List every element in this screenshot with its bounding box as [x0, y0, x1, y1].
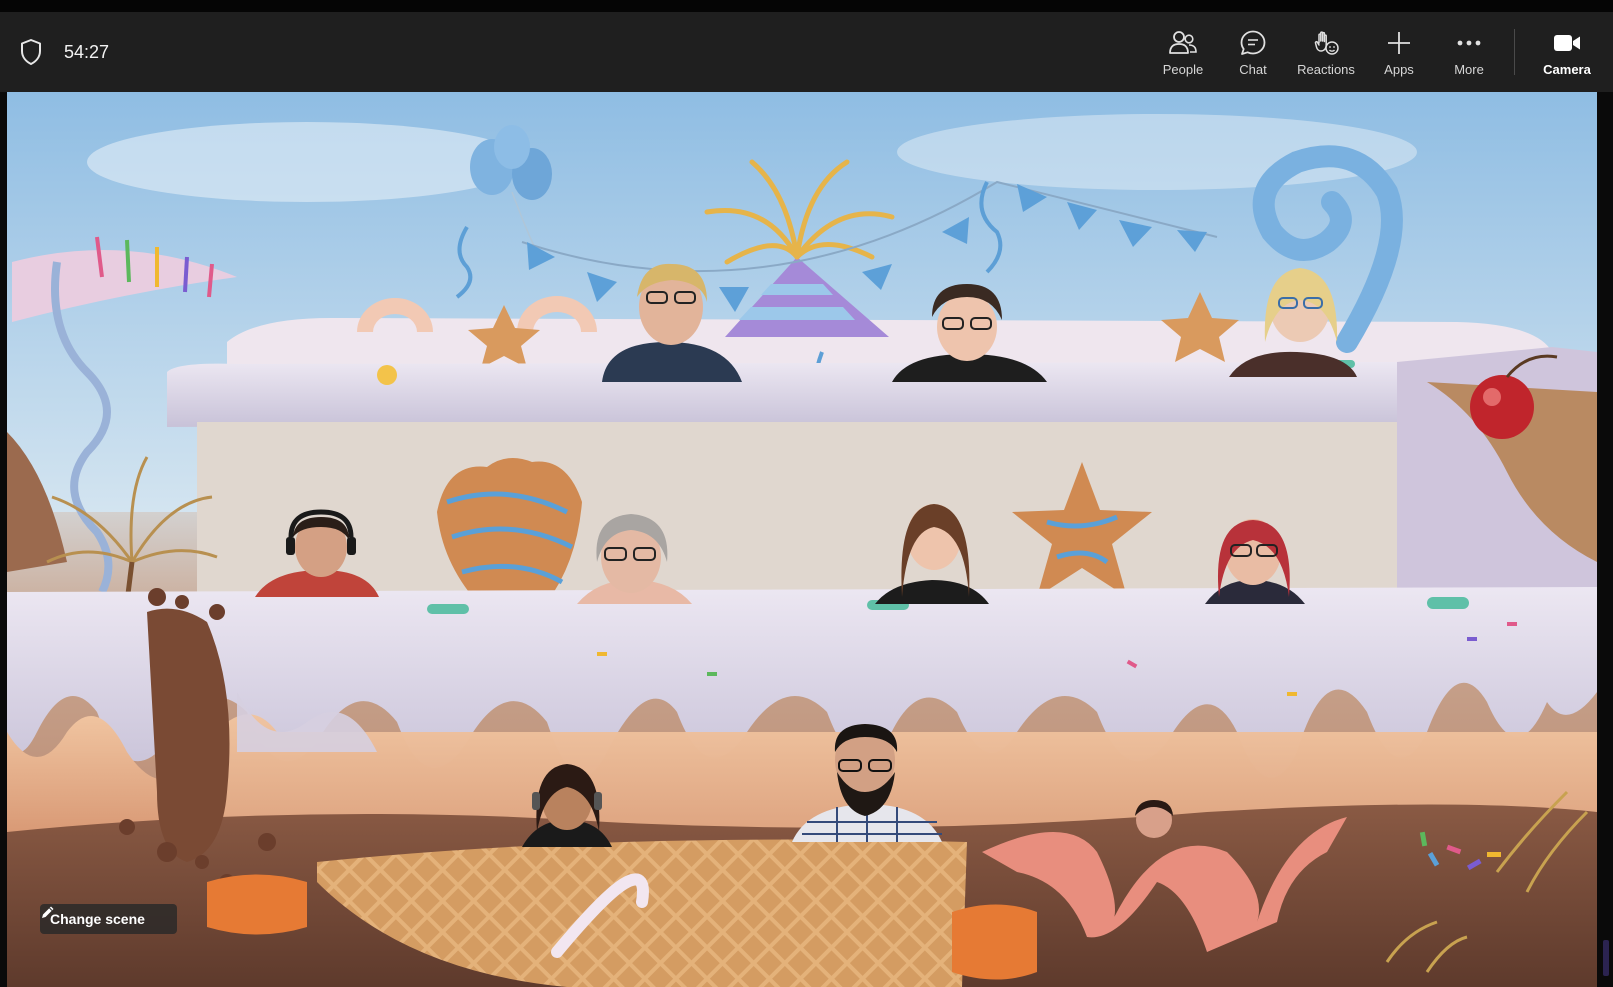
shield-icon[interactable]: [18, 38, 44, 66]
apps-button-label: Apps: [1384, 61, 1414, 77]
meeting-toolbar: 54:27 People Chat Reactions Apps More Ca…: [0, 12, 1613, 92]
apps-button[interactable]: Apps: [1364, 12, 1434, 92]
window-top-strip: [0, 0, 1613, 12]
meeting-timer: 54:27: [64, 41, 110, 62]
more-button[interactable]: More: [1434, 12, 1504, 92]
reactions-button-label: Reactions: [1297, 61, 1355, 77]
chat-button[interactable]: Chat: [1218, 12, 1288, 92]
raise-hand-icon: [1311, 28, 1341, 58]
people-button[interactable]: People: [1148, 12, 1218, 92]
pencil-icon: [42, 906, 167, 927]
toolbar-divider: [1514, 29, 1515, 75]
people-button-label: People: [1162, 61, 1204, 77]
reactions-button[interactable]: Reactions: [1288, 12, 1364, 92]
cake-scene-background: [7, 92, 1597, 987]
plus-icon: [1384, 28, 1414, 58]
camera-button[interactable]: Camera: [1525, 12, 1609, 92]
chat-icon: [1238, 28, 1268, 58]
people-icon: [1168, 28, 1198, 58]
more-button-label: More: [1454, 61, 1484, 77]
more-dots-icon: [1454, 28, 1484, 58]
change-scene-label: Change scene: [50, 911, 145, 927]
window-resize-handle[interactable]: [1603, 940, 1609, 976]
chat-button-label: Chat: [1239, 61, 1267, 77]
video-camera-icon: [1552, 28, 1582, 58]
together-mode-stage: Change scene: [7, 92, 1597, 987]
change-scene-button[interactable]: Change scene: [40, 904, 177, 934]
camera-button-label: Camera: [1543, 61, 1591, 77]
window-right-edge: [1597, 92, 1613, 987]
